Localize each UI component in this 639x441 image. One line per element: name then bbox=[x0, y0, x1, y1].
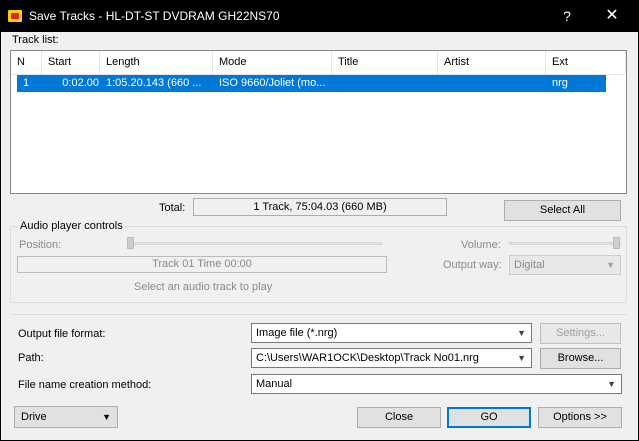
output-way-select[interactable]: Digital ▼ bbox=[509, 255, 621, 275]
drive-button[interactable]: Drive ▼ bbox=[14, 406, 118, 428]
naming-method-label: File name creation method: bbox=[18, 379, 152, 391]
nero-app-icon bbox=[8, 10, 22, 22]
dropdown-arrow-icon: ▼ bbox=[102, 412, 111, 422]
position-slider[interactable] bbox=[128, 242, 382, 245]
total-label: Total: bbox=[159, 202, 186, 214]
volume-slider-thumb[interactable] bbox=[613, 237, 620, 249]
output-way-value: Digital bbox=[514, 259, 545, 271]
track-list-label: Track list: bbox=[12, 34, 59, 46]
naming-method-select[interactable]: Manual ▼ bbox=[251, 374, 622, 394]
column-header-ext[interactable]: Ext bbox=[546, 51, 626, 74]
window-title: Save Tracks - HL-DT-ST DVDRAM GH22NS70 bbox=[29, 9, 280, 23]
output-way-label: Output way: bbox=[443, 259, 502, 271]
naming-method-value: Manual bbox=[256, 378, 293, 390]
help-button[interactable]: ? bbox=[555, 6, 579, 26]
cell-mode: ISO 9660/Joliet (mo... bbox=[219, 77, 326, 89]
cell-title bbox=[338, 75, 438, 92]
chevron-down-icon: ▼ bbox=[517, 328, 526, 338]
column-header-n[interactable]: N bbox=[11, 51, 42, 74]
close-button[interactable]: Close bbox=[357, 407, 441, 428]
options-button[interactable]: Options >> bbox=[538, 407, 622, 428]
path-input[interactable]: C:\Users\WAR1OCK\Desktop\Track No01.nrg … bbox=[251, 348, 532, 368]
output-format-label: Output file format: bbox=[18, 328, 106, 340]
cell-length: 1:05.20.143 (660 ... bbox=[106, 77, 202, 89]
audio-group-label: Audio player controls bbox=[18, 220, 125, 232]
column-header-length[interactable]: Length bbox=[100, 51, 213, 74]
settings-button[interactable]: Settings... bbox=[540, 323, 621, 344]
cell-ext: nrg bbox=[552, 77, 568, 89]
browse-button[interactable]: Browse... bbox=[540, 348, 621, 369]
select-all-button[interactable]: Select All bbox=[504, 200, 621, 221]
cell-n: 1 bbox=[23, 77, 30, 89]
section-divider bbox=[10, 314, 627, 315]
total-value: 1 Track, 75:04.03 (660 MB) bbox=[193, 198, 447, 216]
volume-label: Volume: bbox=[461, 239, 501, 251]
column-header-title[interactable]: Title bbox=[332, 51, 438, 74]
column-header-mode[interactable]: Mode bbox=[213, 51, 332, 74]
position-label: Position: bbox=[19, 239, 62, 251]
output-format-value: Image file (*.nrg) bbox=[256, 327, 338, 339]
title-bar: Save Tracks - HL-DT-ST DVDRAM GH22NS70 ?… bbox=[0, 0, 639, 32]
path-label: Path: bbox=[18, 352, 44, 364]
chevron-down-icon: ▼ bbox=[606, 260, 615, 270]
path-value: C:\Users\WAR1OCK\Desktop\Track No01.nrg bbox=[256, 352, 479, 364]
drive-button-label: Drive bbox=[21, 411, 47, 423]
audio-hint: Select an audio track to play bbox=[134, 281, 273, 293]
column-header-start[interactable]: Start bbox=[42, 51, 100, 74]
close-window-button[interactable]: ✕ bbox=[598, 6, 626, 26]
track-time-display: Track 01 Time 00:00 bbox=[17, 256, 387, 273]
position-slider-thumb[interactable] bbox=[127, 237, 134, 249]
output-format-select[interactable]: Image file (*.nrg) ▼ bbox=[251, 323, 532, 343]
cell-start: 0:02.00 bbox=[62, 77, 99, 89]
cell-artist bbox=[444, 75, 544, 92]
track-list[interactable]: N Start Length Mode Title Artist Ext 1 0… bbox=[10, 50, 627, 194]
table-row[interactable]: 1 0:02.00 1:05.20.143 (660 ... ISO 9660/… bbox=[17, 75, 606, 92]
chevron-down-icon: ▼ bbox=[607, 379, 616, 389]
chevron-down-icon: ▼ bbox=[517, 353, 526, 363]
column-header-artist[interactable]: Artist bbox=[438, 51, 546, 74]
volume-slider[interactable] bbox=[509, 242, 621, 245]
go-button[interactable]: GO bbox=[447, 407, 531, 428]
